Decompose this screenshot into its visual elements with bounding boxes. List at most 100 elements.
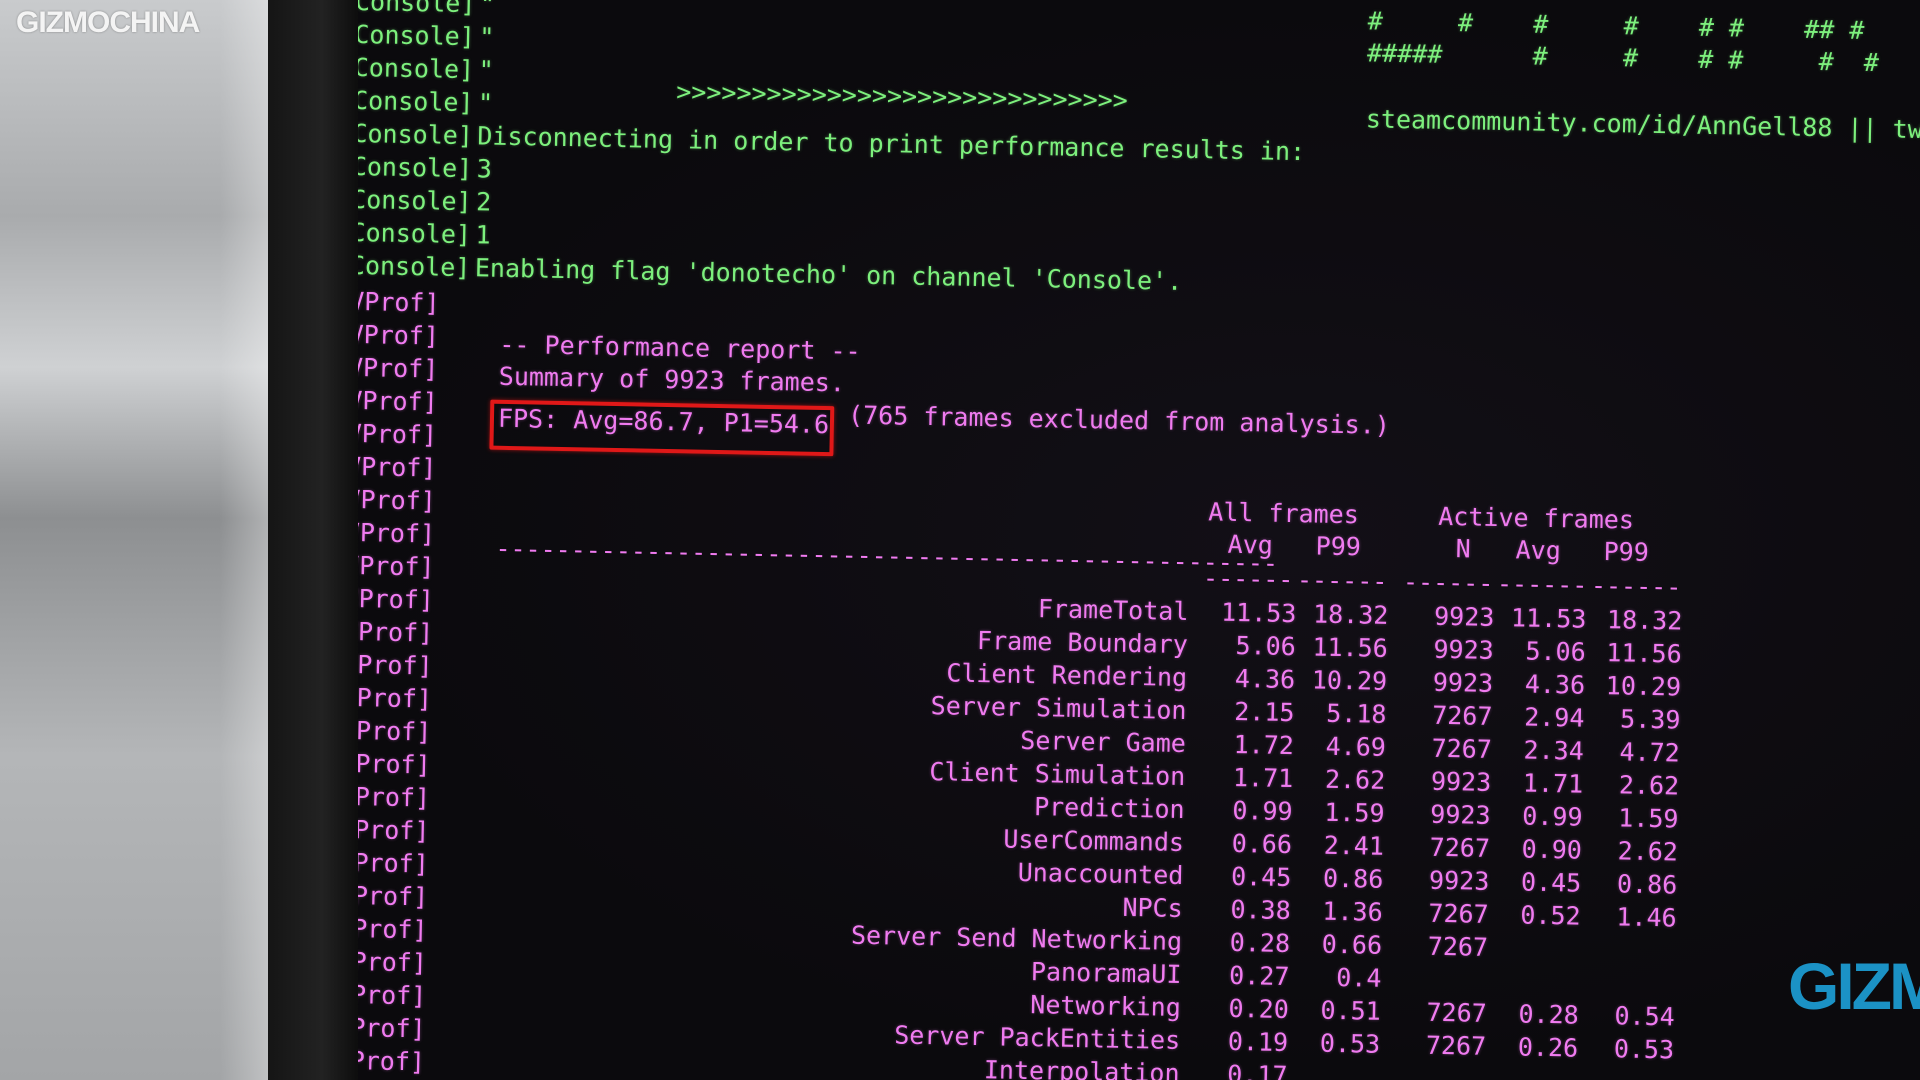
- row-active-avg: 0.99: [1522, 801, 1583, 832]
- console-message: ": [479, 0, 496, 19]
- table-rule: ----------------------------------------…: [495, 533, 1279, 578]
- console-message: ": [479, 22, 495, 52]
- row-all-avg: 2.15: [1234, 696, 1295, 728]
- row-active-p99: [1586, 967, 1676, 969]
- console-message: 3: [476, 154, 493, 184]
- row-all-avg: 0.38: [1230, 894, 1291, 926]
- console-tag: [Console]: [358, 151, 473, 184]
- row-all-p99: 2.41: [1323, 830, 1385, 861]
- vprof-tag: [VProf]: [358, 682, 433, 714]
- row-active-p99: 10.29: [1605, 671, 1682, 702]
- row-all-p99: 0.4: [1335, 962, 1382, 993]
- vprof-tag: [VProf]: [358, 319, 440, 351]
- row-active-n: 9923: [1432, 667, 1494, 698]
- monitor-screen: # # # # # # ## # ##### # # # # # # >>>>>…: [358, 0, 1920, 1080]
- row-all-p99: 1.59: [1324, 797, 1385, 828]
- console-message: Enabling flag 'donotecho' on channel 'Co…: [474, 253, 1183, 296]
- header-active-frames: Active frames: [1438, 501, 1635, 535]
- row-active-avg: 1.71: [1522, 768, 1584, 799]
- row-active-p99: 4.72: [1619, 737, 1681, 768]
- row-all-avg: 1.72: [1233, 729, 1295, 761]
- vprof-tag: [VProf]: [358, 781, 431, 813]
- vprof-tag: [VProf]: [358, 814, 430, 846]
- background-wall: [0, 0, 310, 1080]
- row-active-n: 9923: [1430, 799, 1491, 830]
- report-summary: Summary of 9923 frames.: [498, 361, 846, 398]
- vprof-tag: [VProf]: [358, 1045, 426, 1077]
- row-all-avg: 0.19: [1227, 1026, 1289, 1058]
- row-all-avg: 0.66: [1231, 828, 1293, 860]
- row-active-p99: 0.54: [1614, 1001, 1675, 1032]
- row-active-avg: 4.36: [1524, 669, 1586, 700]
- vprof-tag: [VProf]: [358, 715, 432, 747]
- console-tag: [Console]: [358, 217, 472, 250]
- vprof-tag: [VProf]: [358, 385, 438, 417]
- vprof-tag: [VProf]: [358, 847, 430, 879]
- vprof-tag: [VProf]: [358, 550, 435, 582]
- header-active-n: N: [1455, 534, 1472, 564]
- row-active-n: 7267: [1428, 898, 1489, 929]
- row-active-avg: 0.26: [1517, 1032, 1579, 1063]
- vprof-tag: [VProf]: [358, 913, 428, 945]
- row-active-avg: 2.94: [1523, 702, 1585, 733]
- row-active-n: 9923: [1428, 865, 1490, 896]
- row-active-n: 9923: [1433, 634, 1495, 665]
- vprof-tag: [VProf]: [358, 517, 436, 549]
- row-active-n: 9923: [1430, 766, 1492, 797]
- rule-active-avg: ------: [1496, 568, 1588, 600]
- row-active-avg: [1490, 965, 1580, 967]
- console-message: ": [477, 88, 494, 118]
- row-all-p99: 0.53: [1319, 1028, 1381, 1059]
- row-active-p99: 11.56: [1606, 638, 1682, 669]
- row-active-n: 7267: [1429, 832, 1491, 863]
- row-all-p99: 18.32: [1312, 599, 1389, 630]
- header-active-p99: P99: [1603, 537, 1650, 567]
- row-all-p99: 1.36: [1322, 896, 1383, 927]
- row-all-avg: 4.36: [1234, 663, 1296, 695]
- row-active-p99: 1.46: [1616, 902, 1677, 933]
- console-message: ": [478, 55, 495, 85]
- row-active-n: 7267: [1425, 1030, 1487, 1061]
- row-active-p99: 2.62: [1618, 770, 1680, 801]
- vprof-tag: [VProf]: [358, 583, 435, 615]
- header-all-frames: All frames: [1208, 497, 1360, 530]
- row-active-avg: 0.52: [1520, 900, 1581, 931]
- row-all-p99: 2.62: [1324, 764, 1386, 795]
- console-message: 2: [475, 187, 492, 217]
- monitor-bezel: [268, 0, 358, 1080]
- vprof-tag: [VProf]: [358, 484, 437, 516]
- row-active-avg: 2.34: [1523, 735, 1585, 766]
- header-all-p99: P99: [1315, 531, 1362, 562]
- vprof-tag: [VProf]: [358, 352, 439, 384]
- row-all-avg: 0.27: [1228, 960, 1290, 992]
- row-all-avg: 0.20: [1228, 993, 1290, 1025]
- vprof-tag: [VProf]: [358, 649, 433, 681]
- banner-arrows: >>>>>>>>>>>>>>>>>>>>>>>>>>>>>>: [676, 77, 1129, 115]
- watermark-logo-bottom: GIZMOCHINA: [1788, 949, 1920, 1023]
- console-tag: [Console]: [358, 118, 474, 151]
- row-active-p99: 18.32: [1606, 605, 1683, 636]
- rule-all-avg: ------: [1202, 563, 1294, 595]
- console-tag: [Console]: [358, 85, 474, 118]
- row-all-p99: 11.56: [1312, 632, 1389, 663]
- row-active-n: 9923: [1433, 601, 1495, 632]
- row-all-avg: 1.71: [1232, 762, 1294, 794]
- row-active-avg: 0.28: [1518, 999, 1580, 1030]
- rule-all-p99: ------: [1296, 565, 1388, 596]
- row-all-p99: 0.66: [1321, 929, 1383, 960]
- console-tag: [Console]: [358, 250, 471, 283]
- fps-highlight-box: [489, 399, 835, 457]
- excluded-frames-note: (765 frames excluded from analysis.): [847, 400, 1391, 440]
- vprof-tag: [VProf]: [358, 616, 434, 648]
- console-tag: [Console]: [358, 19, 476, 52]
- vprof-tag: [VProf]: [358, 286, 440, 318]
- row-active-avg: 11.53: [1510, 603, 1587, 634]
- row-active-p99: 0.86: [1616, 869, 1678, 900]
- row-active-n: 7267: [1431, 733, 1493, 764]
- steam-profile-text: steamcommunity.com/id/AnnGell88 || tw: [1365, 104, 1920, 145]
- vprof-tag: [VProf]: [358, 418, 438, 450]
- row-all-avg: 11.53: [1220, 597, 1297, 629]
- console-tag: [Console]: [358, 184, 472, 217]
- row-active-p99: 2.62: [1617, 836, 1679, 867]
- console-message: 1: [475, 220, 491, 250]
